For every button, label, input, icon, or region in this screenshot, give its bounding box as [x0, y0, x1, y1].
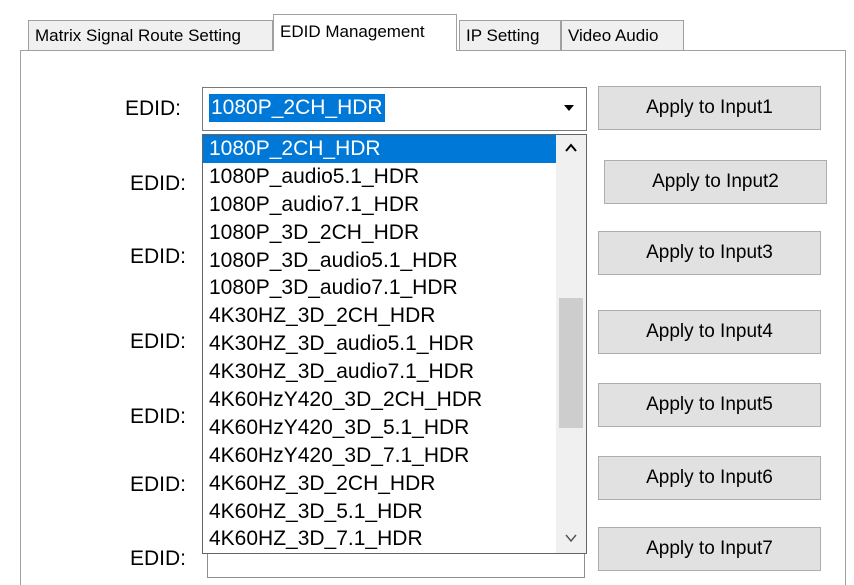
edid-select-input1[interactable]: 1080P_2CH_HDR: [202, 87, 587, 131]
apply-input5-button[interactable]: Apply to Input5: [598, 383, 821, 427]
dropdown-option[interactable]: 4K30HZ_3D_2CH_HDR: [203, 302, 556, 330]
tab-edid-management[interactable]: EDID Management: [273, 14, 457, 51]
edid-label: EDID:: [130, 547, 187, 570]
apply-input4-button[interactable]: Apply to Input4: [598, 310, 821, 354]
tab-video-audio[interactable]: Video Audio: [561, 20, 684, 50]
dropdown-option[interactable]: 1080P_2CH_HDR: [203, 135, 556, 163]
dropdown-option[interactable]: 4K60HzY420_3D_2CH_HDR: [203, 386, 556, 414]
edid-label: EDID:: [130, 245, 187, 268]
dropdown-option[interactable]: 1080P_audio7.1_HDR: [203, 191, 556, 219]
dropdown-options: 1080P_2CH_HDR 1080P_audio5.1_HDR 1080P_aud…: [203, 135, 556, 553]
apply-input1-button[interactable]: Apply to Input1: [598, 86, 821, 130]
dropdown-scrollbar[interactable]: [556, 135, 586, 553]
dropdown-option[interactable]: 4K30HZ_3D_audio7.1_HDR: [203, 358, 556, 386]
apply-input2-button[interactable]: Apply to Input2: [604, 160, 827, 204]
apply-input7-button[interactable]: Apply to Input7: [598, 527, 821, 571]
tab-matrix-signal-route-setting[interactable]: Matrix Signal Route Setting: [28, 20, 273, 50]
scroll-down-arrow-icon[interactable]: [556, 525, 586, 553]
combo-selected-value: 1080P_2CH_HDR: [209, 94, 385, 122]
dropdown-option[interactable]: 1080P_audio5.1_HDR: [203, 163, 556, 191]
edid-label: EDID:: [130, 172, 187, 195]
edid-dropdown-list[interactable]: 1080P_2CH_HDR 1080P_audio5.1_HDR 1080P_aud…: [202, 134, 587, 554]
dropdown-option[interactable]: 4K60HzY420_3D_5.1_HDR: [203, 414, 556, 442]
dropdown-option[interactable]: 4K60HZ_3D_5.1_HDR: [203, 498, 556, 526]
scroll-up-arrow-icon[interactable]: [556, 135, 586, 163]
apply-input3-button[interactable]: Apply to Input3: [598, 231, 821, 275]
edid-label: EDID:: [125, 97, 182, 120]
dropdown-option[interactable]: 4K60HZ_3D_2CH_HDR: [203, 470, 556, 498]
edid-label: EDID:: [130, 473, 187, 496]
tab-ip-setting[interactable]: IP Setting: [459, 20, 561, 50]
edid-label: EDID:: [130, 405, 187, 428]
dropdown-option[interactable]: 1080P_3D_2CH_HDR: [203, 219, 556, 247]
apply-input6-button[interactable]: Apply to Input6: [598, 456, 821, 500]
dropdown-option[interactable]: 4K60HZ_3D_7.1_HDR: [203, 525, 556, 553]
scrollbar-thumb[interactable]: [559, 298, 583, 428]
chevron-down-icon[interactable]: [557, 97, 581, 121]
dropdown-option[interactable]: 4K30HZ_3D_audio5.1_HDR: [203, 330, 556, 358]
dropdown-option[interactable]: 4K60HzY420_3D_7.1_HDR: [203, 442, 556, 470]
dropdown-option[interactable]: 1080P_3D_audio7.1_HDR: [203, 274, 556, 302]
edid-label: EDID:: [130, 330, 187, 353]
dropdown-option[interactable]: 1080P_3D_audio5.1_HDR: [203, 247, 556, 275]
